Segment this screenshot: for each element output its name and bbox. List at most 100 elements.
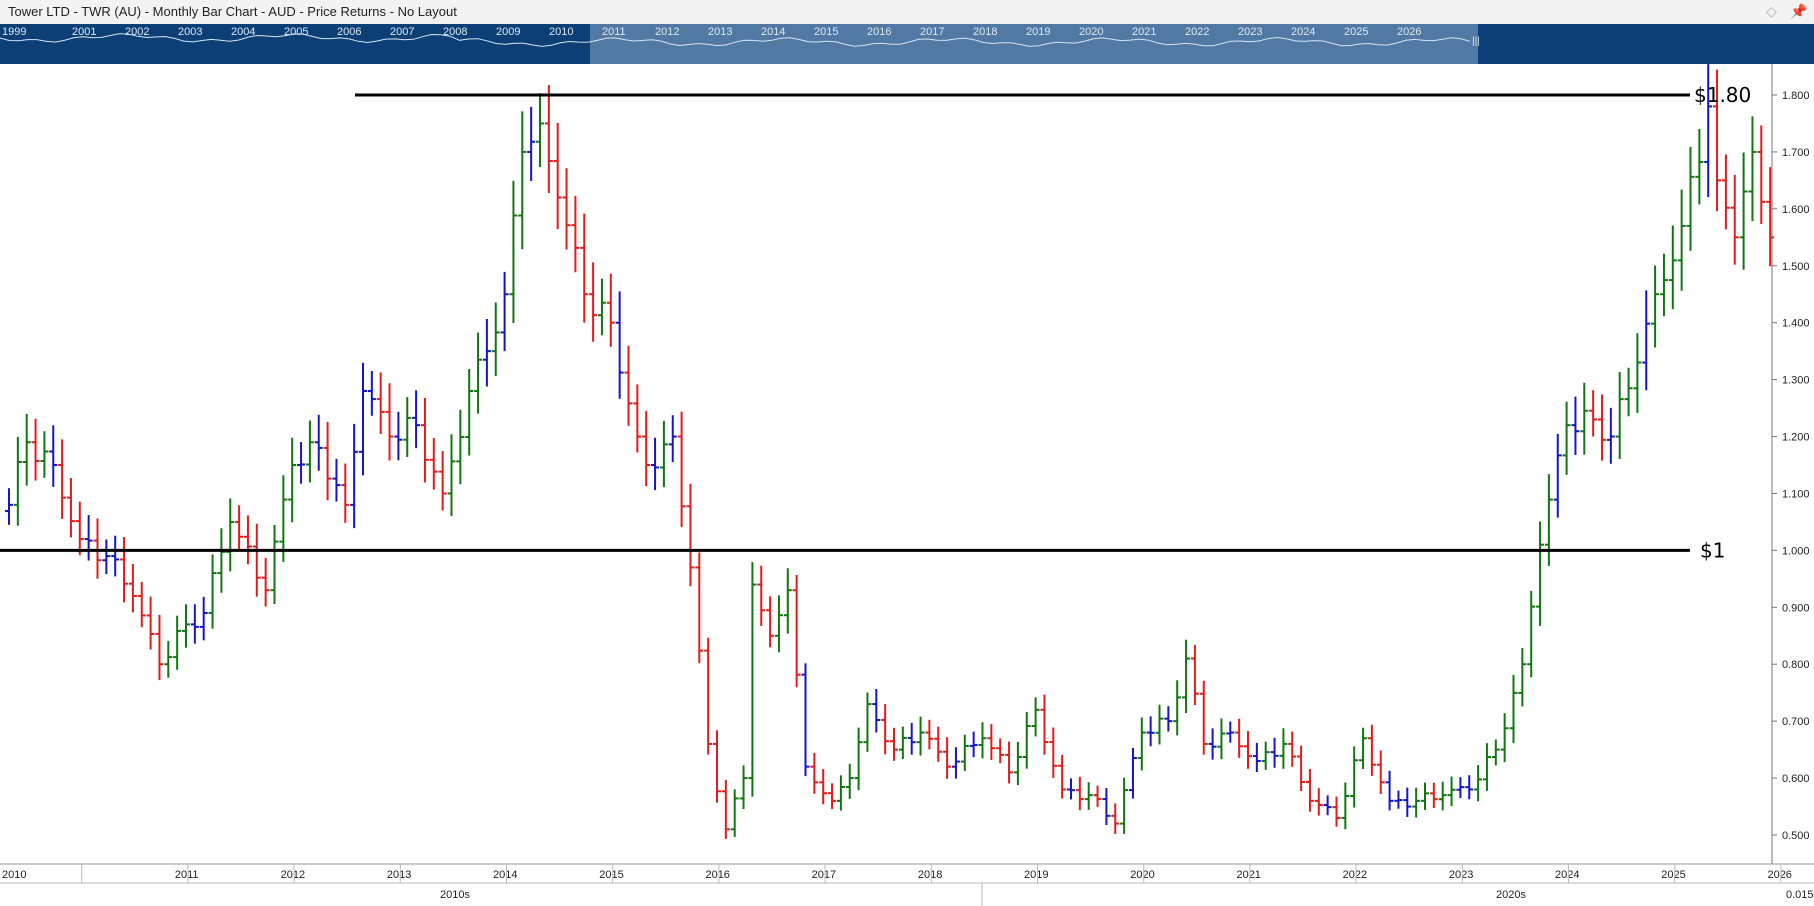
ohlc-bar: [828, 783, 837, 810]
ohlc-bar: [1182, 639, 1191, 714]
corner-value-label: 0.015: [1786, 889, 1814, 901]
ohlc-bar: [1421, 782, 1429, 810]
ohlc-bar: [1120, 777, 1129, 834]
ohlc-bar: [1474, 765, 1483, 802]
ohlc-bar: [898, 726, 907, 760]
navigator-handle[interactable]: |||: [1472, 36, 1480, 47]
navigator-year-label: 2010: [549, 26, 574, 38]
ohlc-bar: [925, 719, 934, 750]
ohlc-bar: [1615, 372, 1624, 460]
ohlc-bar: [137, 581, 146, 628]
x-tick-label: 2012: [281, 869, 305, 881]
ohlc-bar: [872, 689, 881, 733]
navigator-year-label: 2013: [708, 26, 733, 38]
ohlc-bar: [1155, 704, 1164, 745]
ohlc-bar: [305, 420, 314, 483]
ohlc-bar: [412, 390, 421, 449]
ohlc-bar: [1190, 645, 1199, 705]
ohlc-bar: [182, 604, 190, 648]
ohlc-bar: [13, 436, 22, 526]
y-tick-label: 0.500: [1782, 830, 1810, 842]
ohlc-bar: [881, 704, 890, 755]
y-tick-label: 1.500: [1782, 261, 1810, 273]
ohlc-bar: [916, 716, 925, 756]
ohlc-bar: [1677, 189, 1686, 291]
y-tick-label: 1.100: [1782, 488, 1810, 500]
ohlc-bar: [544, 84, 553, 194]
ohlc-bar: [1527, 590, 1536, 678]
ohlc-bar: [1651, 265, 1660, 348]
ohlc-bar: [465, 368, 474, 456]
navigator-year-label: 2017: [920, 26, 945, 38]
ohlc-bar: [1598, 394, 1606, 461]
ohlc-bar: [1429, 782, 1438, 809]
y-tick-label: 1.200: [1782, 432, 1810, 444]
ohlc-bar: [562, 168, 571, 250]
y-tick-label: 1.800: [1782, 90, 1810, 102]
ohlc-bar: [934, 726, 943, 762]
ohlc-bar: [1058, 755, 1067, 799]
ohlc-bar: [951, 747, 960, 779]
ohlc-bar: [633, 384, 642, 453]
navigator-year-label: 2012: [655, 26, 680, 38]
ohlc-bar: [695, 552, 704, 664]
ohlc-bar: [447, 434, 456, 517]
ohlc-bar: [996, 738, 1005, 764]
ohlc-bar: [403, 397, 412, 458]
ohlc-bar: [527, 106, 536, 181]
ohlc-bar: [1739, 152, 1748, 270]
ohlc-bar: [1341, 782, 1350, 830]
ohlc-bar: [748, 562, 757, 797]
ohlc-bar: [1164, 706, 1173, 732]
x-tick-label: 2024: [1555, 869, 1579, 881]
ohlc-bar: [1536, 521, 1545, 626]
navigator-year-label: 2022: [1185, 26, 1210, 38]
ohlc-bar: [1350, 746, 1359, 808]
ohlc-bar: [509, 180, 518, 324]
ohlc-bar: [208, 554, 217, 629]
horizontal-line-label: $1.80: [1694, 83, 1751, 107]
chart-title: Tower LTD - TWR (AU) - Monthly Bar Chart…: [8, 4, 457, 19]
ohlc-bar: [1376, 750, 1385, 795]
ohlc-bar: [766, 596, 775, 648]
ohlc-bar: [721, 779, 730, 839]
x-tick-label: 2023: [1449, 869, 1473, 881]
x-tick-label: 2020: [1130, 869, 1154, 881]
ohlc-bar: [297, 442, 306, 484]
ohlc-bar: [1084, 782, 1093, 810]
ohlc-bar: [1695, 128, 1704, 205]
y-tick-label: 0.700: [1782, 716, 1810, 728]
ohlc-bar: [1226, 721, 1235, 743]
x-tick-label: 2026: [1767, 869, 1791, 881]
ohlc-bar: [1128, 747, 1137, 799]
ohlc-bar: [491, 302, 500, 377]
ohlc-bar: [243, 515, 252, 565]
ohlc-bar: [199, 596, 208, 641]
ohlc-bar: [1332, 796, 1341, 827]
ohlc-bar: [1412, 787, 1421, 818]
ohlc-bar: [854, 727, 863, 791]
pin-icon[interactable]: 📌: [1790, 3, 1807, 20]
ohlc-bar: [332, 458, 341, 502]
price-chart[interactable]: $1.80 $1 0.500 0.600 0.700 0.800 0.900 1.000 1.…: [0, 64, 1814, 906]
navigator-year-label: 2016: [867, 26, 892, 38]
ohlc-bar: [1208, 728, 1217, 760]
x-tick-label: 2025: [1661, 869, 1685, 881]
ohlc-bar: [359, 362, 367, 476]
y-tick-label: 0.900: [1782, 602, 1810, 614]
date-range-navigator[interactable]: 1999 2001 2002 2003 2004 2005 2006 2007 2008 2009…: [0, 24, 1814, 64]
ohlc-bar: [1279, 728, 1288, 769]
navigator-year-label: 2014: [761, 26, 786, 38]
ohlc-bar: [314, 414, 323, 471]
ohlc-bar: [1146, 716, 1155, 747]
ohlc-bar: [394, 411, 403, 461]
x-tick-label: 2019: [1024, 869, 1048, 881]
navigator-year-label: 2018: [973, 26, 998, 38]
ohlc-bar: [323, 421, 332, 501]
ohlc-bar: [120, 536, 129, 603]
ohlc-bar: [1748, 116, 1757, 222]
x-tick-label: 2011: [175, 869, 199, 881]
ohlc-bar: [5, 488, 13, 525]
diamond-icon[interactable]: ◇: [1766, 3, 1777, 20]
navigator-year-label: 2026: [1397, 26, 1422, 38]
